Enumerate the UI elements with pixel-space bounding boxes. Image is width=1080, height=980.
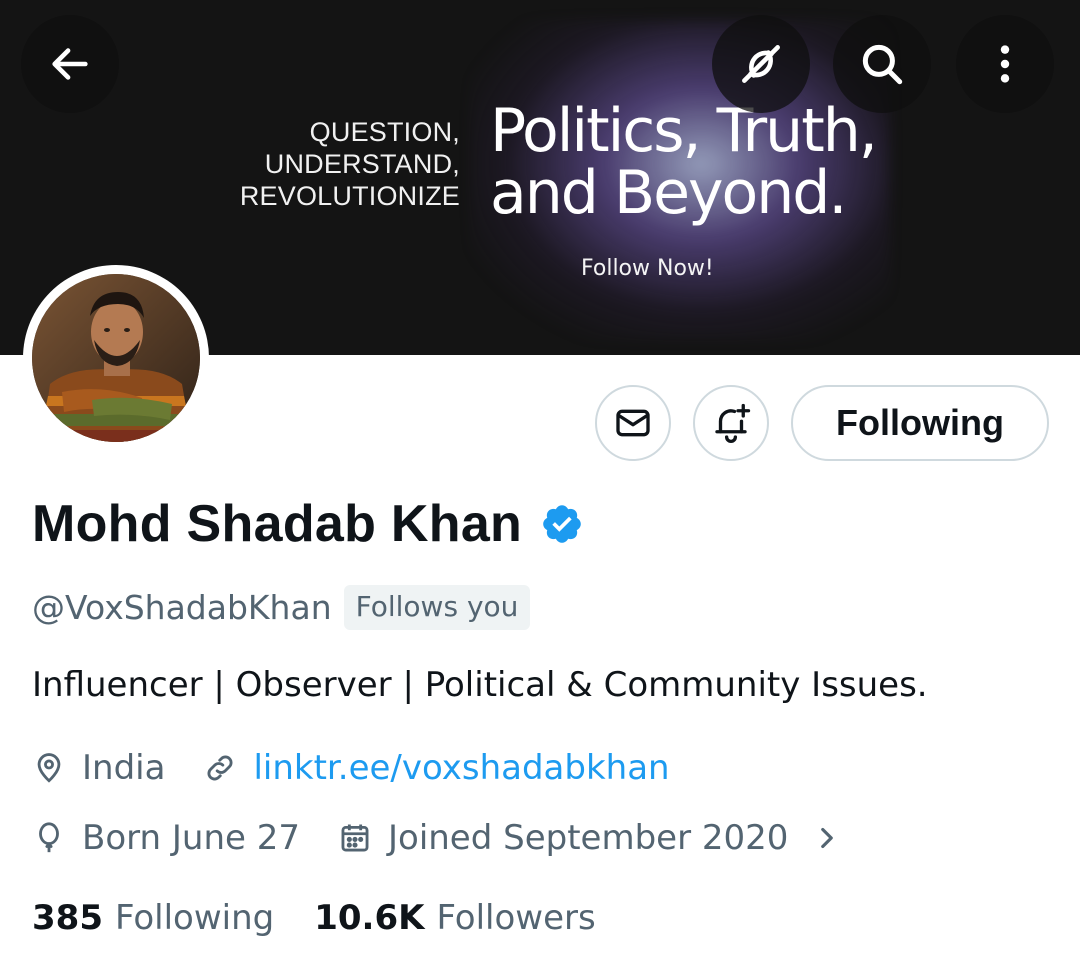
search-icon (862, 44, 903, 85)
balloon-icon (39, 822, 59, 853)
avatar[interactable] (23, 265, 209, 451)
back-button[interactable] (21, 15, 119, 113)
followers-stat[interactable]: 10.6K Followers (314, 898, 596, 938)
website[interactable]: linktr.ee/voxshadabkhan (203, 748, 670, 788)
following-label: Following (114, 898, 275, 938)
banner-title-line: Politics, Truth, (490, 96, 878, 166)
banner-cta: Follow Now! (581, 256, 714, 281)
following-button[interactable]: Following (791, 385, 1049, 461)
join-date-text: Joined September 2020 (387, 818, 789, 858)
tagline-line: REVOLUTIONIZE (239, 181, 460, 211)
avatar-photo (32, 274, 200, 442)
mail-icon (616, 409, 650, 437)
profile-meta-row[interactable]: Born June 27 Joined September 2020 (32, 818, 840, 858)
display-name: Mohd Shadab Khan (32, 495, 523, 553)
website-link[interactable]: linktr.ee/voxshadabkhan (253, 748, 669, 788)
back-arrow-icon (52, 48, 88, 80)
more-options-button[interactable] (956, 15, 1054, 113)
following-count: 385 (32, 898, 103, 938)
chevron-right-icon[interactable] (814, 821, 840, 855)
banner-tagline: QUESTION, UNDERSTAND, REVOLUTIONIZE (200, 116, 460, 212)
birthday: Born June 27 (32, 818, 300, 858)
followers-count: 10.6K (314, 898, 425, 938)
link-icon (207, 755, 233, 781)
banner-title-line: and Beyond. (490, 158, 847, 228)
tagline-line: QUESTION, (309, 117, 460, 147)
follow-stats: 385 Following 10.6K Followers (32, 898, 596, 938)
follows-you-badge: Follows you (343, 585, 531, 630)
handle-row: @VoxShadabKhan Follows you (32, 585, 531, 630)
followers-label: Followers (436, 898, 596, 938)
grok-icon (742, 45, 780, 83)
location: India (32, 748, 165, 788)
avatar-illustration (32, 274, 200, 442)
following-stat[interactable]: 385 Following (32, 898, 274, 938)
verified-badge-icon[interactable] (540, 502, 584, 551)
location-text: India (82, 748, 166, 788)
join-date: Joined September 2020 (338, 818, 788, 858)
grok-button[interactable] (712, 15, 810, 113)
location-pin-icon (37, 753, 61, 783)
name-row: Mohd Shadab Khan (32, 494, 584, 554)
message-button[interactable] (595, 385, 671, 461)
calendar-icon (341, 824, 369, 852)
search-button[interactable] (833, 15, 931, 113)
user-handle: @VoxShadabKhan (32, 588, 332, 627)
bell-plus-icon (715, 403, 751, 444)
bio-text: Influencer | Observer | Political & Comm… (32, 665, 928, 705)
more-vertical-icon (1000, 45, 1010, 83)
notification-button[interactable] (693, 385, 769, 461)
profile-meta-row: India linktr.ee/voxshadabkhan (32, 748, 670, 788)
banner-title: Politics, Truth, and Beyond. (490, 96, 878, 228)
birthday-text: Born June 27 (82, 818, 300, 858)
tagline-line: UNDERSTAND, (264, 149, 460, 179)
